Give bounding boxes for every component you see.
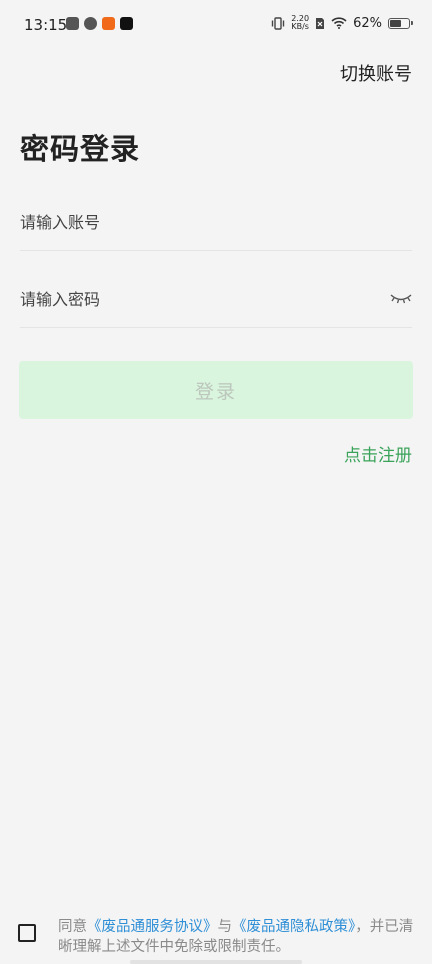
login-button[interactable]: 登录: [19, 361, 413, 419]
agreement-text: 同意《废品通服务协议》与《废品通隐私政策》，并已清晰理解上述文件中免除或限制责任…: [58, 917, 418, 957]
password-field-row: [20, 272, 412, 328]
link-app-icon: [84, 17, 97, 30]
battery-icon: [388, 17, 413, 29]
agreement-prefix: 同意: [58, 919, 87, 935]
privacy-policy-link[interactable]: 《废品通隐私政策》: [232, 919, 355, 935]
account-input[interactable]: [20, 195, 360, 250]
agreement-checkbox[interactable]: [18, 924, 36, 942]
tiktok-icon: [120, 17, 133, 30]
status-time: 13:15: [24, 16, 68, 34]
sim-off-icon: [316, 17, 325, 29]
eye-closed-icon[interactable]: [390, 292, 412, 306]
service-agreement-link[interactable]: 《废品通服务协议》: [87, 919, 218, 935]
agreement-connector: 与: [217, 919, 233, 935]
wifi-icon: [331, 17, 347, 29]
status-bar: 13:15 2.20 KB/s 62%: [0, 0, 432, 50]
page-title: 密码登录: [20, 132, 141, 166]
notification-icons: [66, 17, 133, 30]
taobao-icon: [102, 17, 115, 30]
status-right: 2.20 KB/s 62%: [271, 15, 413, 31]
net-speed-unit: KB/s: [291, 22, 309, 31]
password-input[interactable]: [20, 272, 360, 327]
battery-level-fill: [390, 19, 401, 27]
home-indicator: [130, 960, 302, 964]
account-field-row: [20, 195, 412, 251]
register-link[interactable]: 点击注册: [344, 441, 412, 466]
net-speed: 2.20 KB/s: [291, 15, 309, 31]
notification-icon: [66, 17, 79, 30]
switch-account-link[interactable]: 切换账号: [340, 60, 412, 86]
battery-percent: 62%: [353, 15, 382, 31]
vibrate-icon: [272, 16, 285, 30]
